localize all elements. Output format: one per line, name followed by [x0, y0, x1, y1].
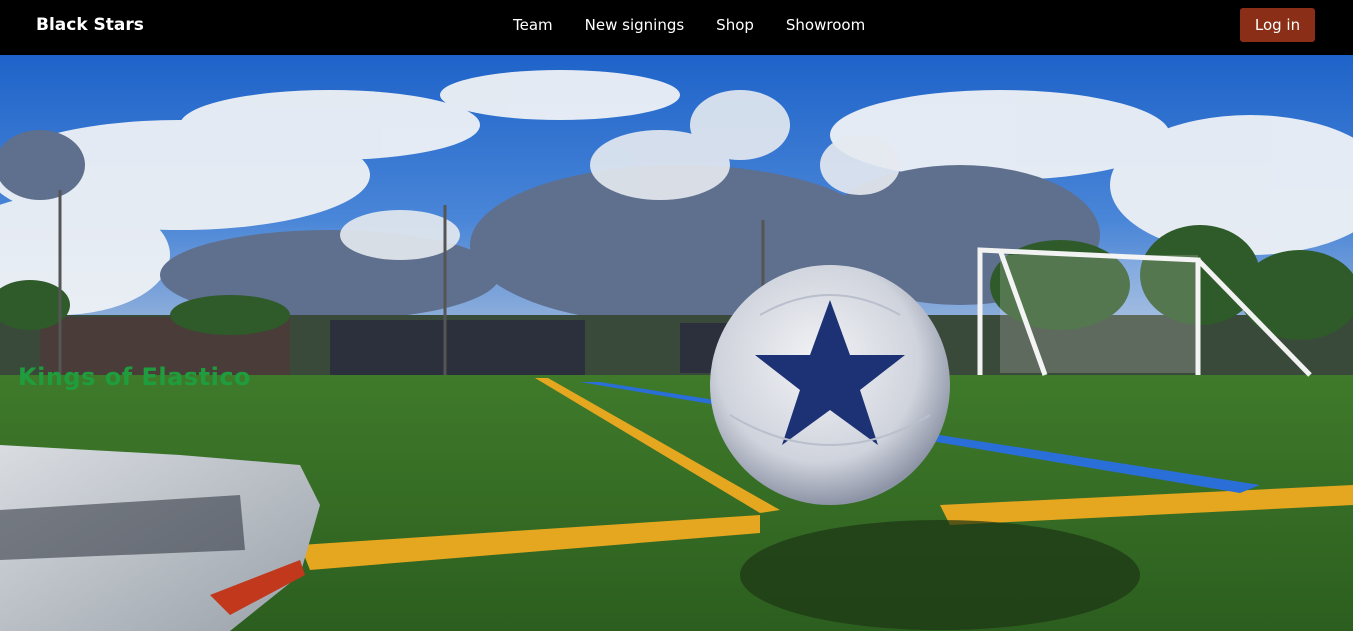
nav-link-team[interactable]: Team [513, 16, 553, 34]
hero-title: Kings of Elastico [18, 363, 252, 391]
hero-banner: Kings of Elastico [0, 55, 1353, 631]
nav-link-new-signings[interactable]: New signings [585, 16, 685, 34]
nav-link-shop[interactable]: Shop [716, 16, 754, 34]
brand-link[interactable]: Black Stars [36, 15, 144, 35]
login-button[interactable]: Log in [1240, 8, 1315, 42]
top-navbar: Black Stars Team New signings Shop Showr… [0, 0, 1353, 55]
nav-link-showroom[interactable]: Showroom [786, 16, 865, 34]
nav-links: Team New signings Shop Showroom [513, 16, 897, 34]
hero-image [0, 55, 1353, 631]
